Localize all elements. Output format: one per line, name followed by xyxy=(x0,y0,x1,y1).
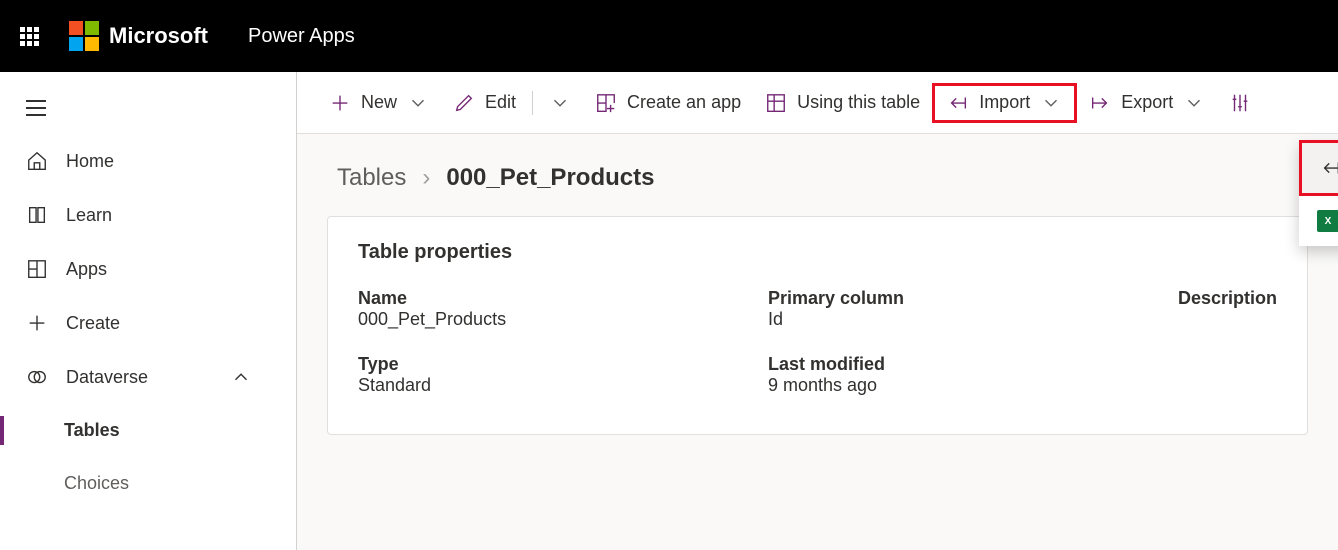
export-icon xyxy=(1089,92,1111,114)
import-icon xyxy=(947,92,969,114)
book-icon xyxy=(26,204,48,226)
prop-label-description: Description xyxy=(1178,288,1277,309)
prop-value-primary: Id xyxy=(768,309,1178,330)
breadcrumb: Tables › 000_Pet_Products xyxy=(337,164,1308,192)
prop-label-primary: Primary column xyxy=(768,288,1178,309)
using-table-button[interactable]: Using this table xyxy=(753,86,932,120)
chevron-up-icon xyxy=(230,366,252,388)
import-dropdown-menu: Import data X Import data from Excel xyxy=(1299,140,1338,246)
button-label: Create an app xyxy=(627,92,741,113)
sidebar-item-learn[interactable]: Learn xyxy=(0,188,296,242)
sidebar-item-label: Tables xyxy=(64,420,120,440)
breadcrumb-current: 000_Pet_Products xyxy=(446,164,654,192)
sidebar-item-label: Dataverse xyxy=(66,367,148,388)
prop-label-type: Type xyxy=(358,354,768,375)
button-label: New xyxy=(361,92,397,113)
sidebar-item-label: Apps xyxy=(66,259,107,280)
plus-icon xyxy=(26,312,48,334)
sidebar-item-apps[interactable]: Apps xyxy=(0,242,296,296)
create-app-button[interactable]: Create an app xyxy=(583,86,753,120)
edit-dropdown[interactable] xyxy=(537,86,583,120)
sidebar-item-label: Home xyxy=(66,151,114,172)
table-icon xyxy=(765,92,787,114)
sidebar-item-home[interactable]: Home xyxy=(0,134,296,188)
import-button[interactable]: Import xyxy=(932,83,1077,123)
microsoft-logo-icon xyxy=(69,21,99,51)
button-label: Edit xyxy=(485,92,516,113)
app-name: Power Apps xyxy=(248,25,355,48)
global-header: Microsoft Power Apps xyxy=(0,0,1338,72)
chevron-right-icon: › xyxy=(422,164,430,192)
sidebar-toggle[interactable] xyxy=(0,82,296,134)
grid-plus-icon xyxy=(595,92,617,114)
sidebar-item-label: Choices xyxy=(64,473,129,493)
plus-icon xyxy=(329,92,351,114)
sidebar-item-dataverse[interactable]: Dataverse xyxy=(0,350,296,404)
home-icon xyxy=(26,150,48,172)
chevron-down-icon xyxy=(1183,92,1205,114)
prop-value-name: 000_Pet_Products xyxy=(358,309,768,330)
button-label: Import xyxy=(979,92,1030,113)
sidebar-item-tables[interactable]: Tables xyxy=(0,404,296,457)
prop-value-modified: 9 months ago xyxy=(768,375,1178,396)
prop-label-modified: Last modified xyxy=(768,354,1178,375)
breadcrumb-root[interactable]: Tables xyxy=(337,164,406,192)
new-button[interactable]: New xyxy=(317,86,441,120)
separator xyxy=(532,91,533,115)
card-title: Table properties xyxy=(358,241,1277,264)
button-label: Export xyxy=(1121,92,1173,113)
toolbar: New Edit Create an app Using this table xyxy=(297,72,1338,134)
import-icon xyxy=(1320,157,1338,179)
excel-icon: X xyxy=(1317,210,1338,232)
edit-button[interactable]: Edit xyxy=(441,86,528,120)
sidebar-item-label: Create xyxy=(66,313,120,334)
pencil-icon xyxy=(453,92,475,114)
table-properties-card: Table properties Name 000_Pet_Products P… xyxy=(327,216,1308,435)
apps-icon xyxy=(26,258,48,280)
import-data-menu-item[interactable]: Import data xyxy=(1302,143,1338,193)
import-excel-menu-item[interactable]: X Import data from Excel xyxy=(1299,196,1338,246)
app-launcher-icon[interactable] xyxy=(20,27,39,46)
button-label: Using this table xyxy=(797,92,920,113)
prop-value-type: Standard xyxy=(358,375,768,396)
prop-label-name: Name xyxy=(358,288,768,309)
chevron-down-icon xyxy=(1040,92,1062,114)
sliders-icon xyxy=(1229,92,1251,114)
settings-button[interactable] xyxy=(1217,86,1263,120)
main-content: New Edit Create an app Using this table xyxy=(297,72,1338,550)
sidebar-item-choices[interactable]: Choices xyxy=(0,457,296,510)
brand-name: Microsoft xyxy=(109,23,208,49)
export-button[interactable]: Export xyxy=(1077,86,1217,120)
chevron-down-icon xyxy=(407,92,429,114)
chevron-down-icon xyxy=(549,92,571,114)
sidebar: Home Learn Apps Create Dataverse Tables … xyxy=(0,72,297,550)
hamburger-icon xyxy=(26,100,46,116)
sidebar-item-label: Learn xyxy=(66,205,112,226)
dataverse-icon xyxy=(26,366,48,388)
sidebar-item-create[interactable]: Create xyxy=(0,296,296,350)
